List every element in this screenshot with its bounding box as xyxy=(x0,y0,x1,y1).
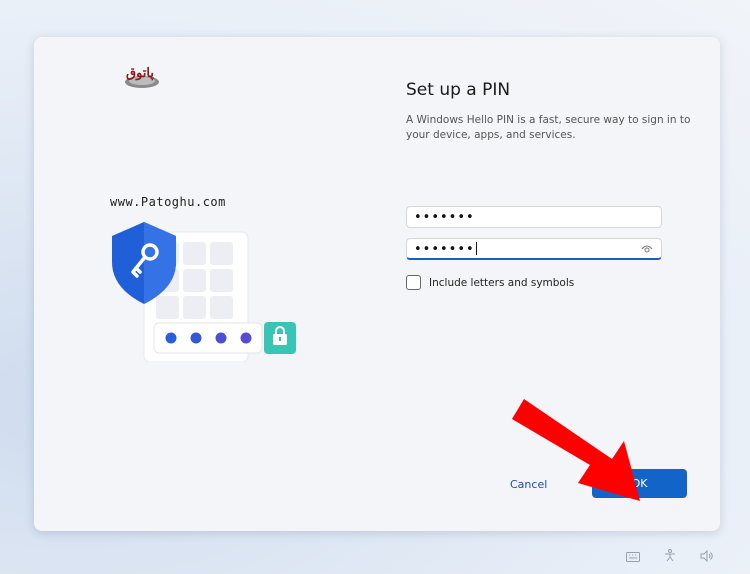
svg-text:پاتوق: پاتوق xyxy=(126,66,154,81)
confirm-pin-input[interactable]: ••••••• xyxy=(406,238,662,260)
watermark-text: www.Patoghu.com xyxy=(110,195,226,209)
text-caret xyxy=(475,242,477,255)
confirm-pin-value: ••••••• xyxy=(414,242,475,257)
eye-icon[interactable] xyxy=(641,244,653,254)
new-pin-value: ••••••• xyxy=(414,210,475,225)
system-tray xyxy=(626,547,726,563)
include-letters-checkbox[interactable] xyxy=(406,275,421,290)
include-letters-label: Include letters and symbols xyxy=(429,276,575,289)
page-title: Set up a PIN xyxy=(406,80,511,100)
include-letters-checkbox-row[interactable]: Include letters and symbols xyxy=(406,275,574,290)
keyboard-icon[interactable] xyxy=(626,547,640,566)
annotation-arrow-icon xyxy=(512,399,640,501)
site-logo: پاتوق xyxy=(125,66,159,88)
page-description: A Windows Hello PIN is a fast, secure wa… xyxy=(406,114,691,141)
new-pin-input[interactable]: ••••••• xyxy=(406,206,662,228)
lock-icon xyxy=(264,322,296,354)
pin-illustration xyxy=(112,222,296,362)
setup-card: پاتوق www.Patoghu.com Set up a PIN A Win… xyxy=(34,37,720,531)
volume-icon[interactable] xyxy=(700,547,714,566)
accessibility-icon[interactable] xyxy=(664,547,676,566)
